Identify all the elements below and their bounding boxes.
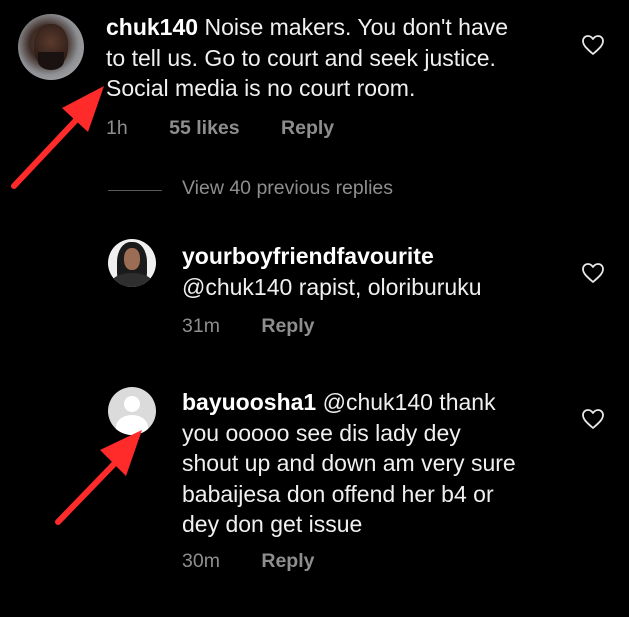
comment-3-meta: 30m Reply — [182, 550, 314, 573]
comment-1-username[interactable]: chuk140 — [106, 14, 198, 40]
view-previous-replies-link[interactable]: View 40 previous replies — [182, 177, 393, 200]
default-avatar-head — [124, 396, 140, 412]
comment-3-line1: @chuk140 thank — [316, 389, 496, 415]
comment-3-line4: babaijesa don offend her b4 or — [182, 480, 494, 507]
avatar-chuk140[interactable] — [18, 14, 84, 80]
avatar-yourboyfriendfavourite[interactable] — [108, 239, 156, 287]
comment-2-reply-button[interactable]: Reply — [261, 315, 314, 338]
comment-3-username[interactable]: bayuoosha1 — [182, 389, 316, 415]
avatar-shoulder — [112, 273, 152, 287]
replies-divider — [108, 190, 162, 191]
heart-outline-icon[interactable] — [581, 262, 605, 284]
comment-3-time: 30m — [182, 550, 220, 572]
comment-3-text: bayuoosha1 @chuk140 thank you ooooo see … — [182, 387, 516, 540]
comment-3-line5: dey don get issue — [182, 511, 363, 537]
comment-2-time: 31m — [182, 315, 220, 337]
comment-3-line3: shout up and down am very sure — [182, 450, 516, 476]
heart-outline-icon[interactable] — [581, 34, 605, 56]
comment-3-line2: you ooooo see dis lady dey — [182, 419, 461, 446]
comment-1-text: chuk140 Noise makers. You don't have to … — [106, 12, 508, 104]
comment-1-reply-button[interactable]: Reply — [281, 117, 334, 140]
heart-outline-icon[interactable] — [581, 408, 605, 430]
comment-1-line3: Social media is no court room. — [106, 75, 416, 101]
comment-2-body: rapist, oloriburuku — [298, 273, 482, 300]
avatar-face — [124, 248, 140, 270]
comment-3-reply-button[interactable]: Reply — [261, 550, 314, 573]
comment-2-mention[interactable]: @chuk140 — [182, 274, 292, 300]
comment-1-line1: Noise makers. You don't have — [198, 14, 509, 40]
comment-2-text: yourboyfriendfavourite @chuk140 rapist, … — [182, 241, 482, 302]
comment-2-meta: 31m Reply — [182, 315, 314, 338]
comment-2-username[interactable]: yourboyfriendfavourite — [182, 241, 482, 272]
red-arrow-annotation — [55, 430, 142, 525]
red-arrow-annotation — [11, 86, 104, 189]
comment-1-likes[interactable]: 55 likes — [169, 117, 239, 140]
comment-1-line2: to tell us. Go to court and seek justice… — [106, 44, 496, 71]
comment-1-meta: 1h 55 likes Reply — [106, 117, 334, 140]
avatar-beard — [38, 52, 64, 70]
